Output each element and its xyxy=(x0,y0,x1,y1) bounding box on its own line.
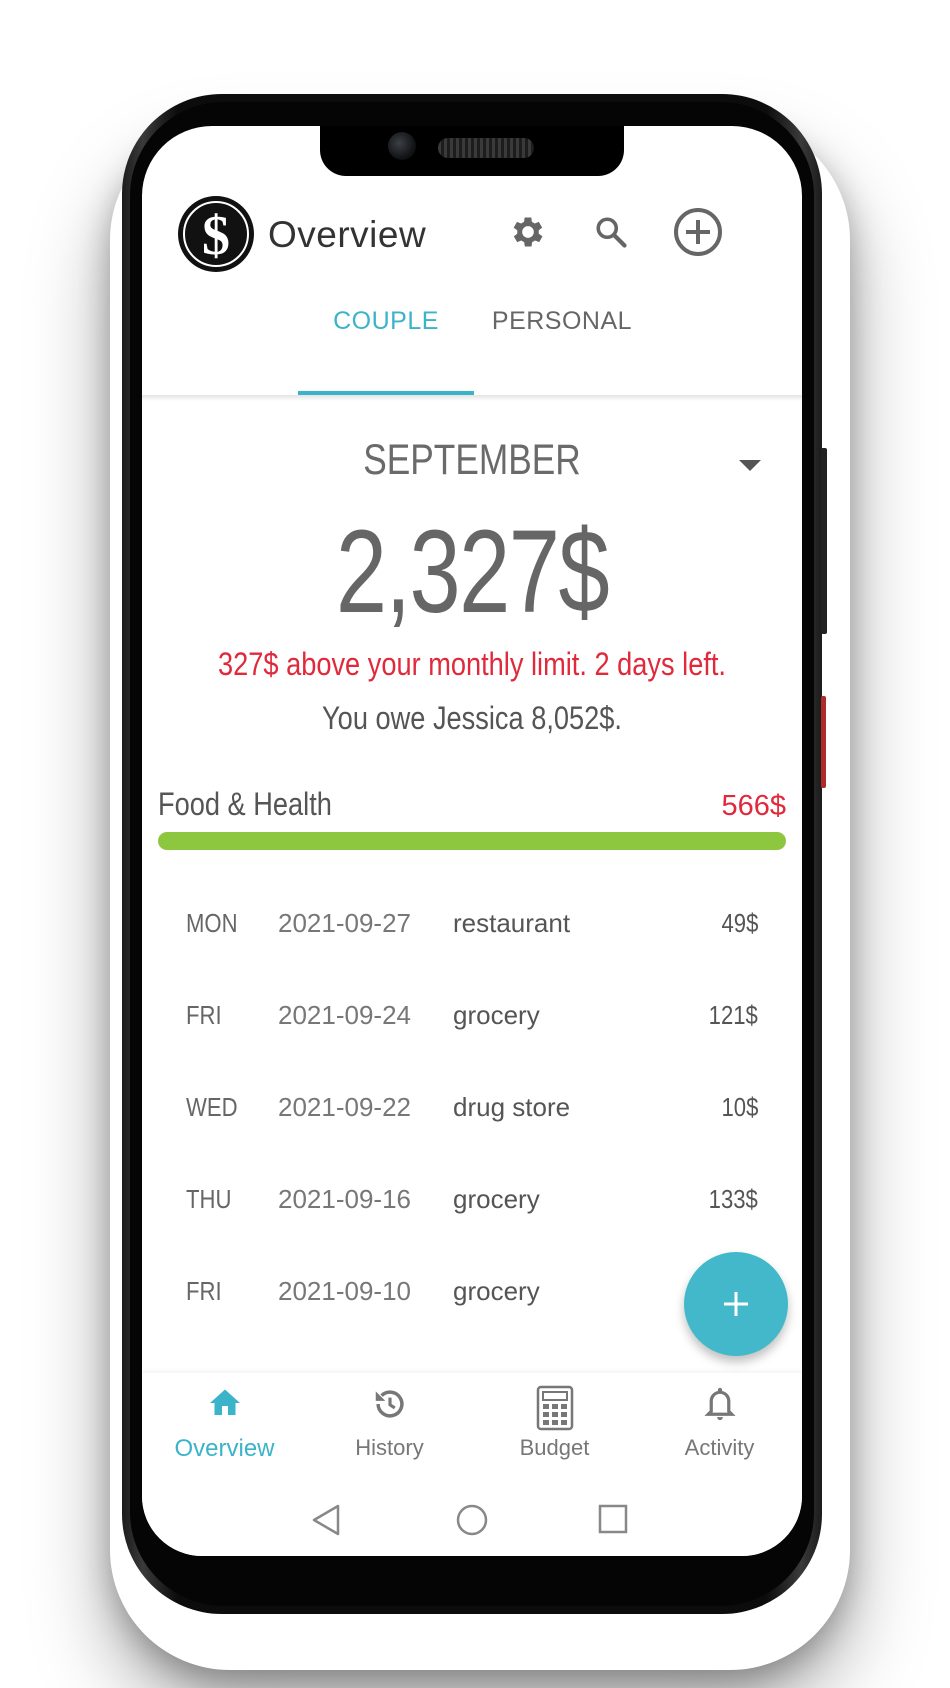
divider xyxy=(142,395,802,401)
table-row[interactable]: WED 2021-09-22 drug store 10$ xyxy=(142,1066,802,1158)
tx-day: FRI xyxy=(186,1000,222,1030)
notch xyxy=(320,126,624,176)
tx-description: drug store xyxy=(453,1092,571,1122)
tx-date: 2021-09-24 xyxy=(278,1000,411,1030)
svg-text:$: $ xyxy=(202,205,230,267)
add-expense-button[interactable] xyxy=(684,1252,788,1356)
history-icon xyxy=(307,1385,472,1423)
power-button xyxy=(821,448,827,634)
nav-label: History xyxy=(355,1435,424,1460)
tx-amount: 10$ xyxy=(721,1092,758,1122)
nav-activity[interactable]: Activity xyxy=(637,1373,802,1483)
phone-screen: $ Overview COUPLE PERSONAL SEPTEMBER 2,3… xyxy=(142,126,802,1556)
plus-icon xyxy=(724,1292,748,1316)
tx-day: THU xyxy=(186,1184,232,1214)
tx-date: 2021-09-27 xyxy=(278,908,411,938)
table-row[interactable]: FRI 2021-09-24 grocery 121$ xyxy=(142,974,802,1066)
tx-description: restaurant xyxy=(453,908,571,938)
tab-personal[interactable]: PERSONAL xyxy=(474,298,650,368)
bottom-nav: Overview History Budget Activity xyxy=(142,1373,802,1483)
limit-warning: 327$ above your monthly limit. 2 days le… xyxy=(217,646,726,682)
tx-description: grocery xyxy=(453,1000,540,1030)
system-navigation-bar xyxy=(142,1483,802,1556)
tx-description: grocery xyxy=(453,1184,540,1214)
add-circle-icon[interactable] xyxy=(672,206,724,258)
calculator-icon xyxy=(472,1385,637,1431)
month-selector[interactable]: SEPTEMBER xyxy=(226,436,718,485)
tx-day: WED xyxy=(186,1092,238,1122)
nav-history[interactable]: History xyxy=(307,1373,472,1483)
back-icon[interactable] xyxy=(310,1503,342,1537)
home-circle-icon[interactable] xyxy=(455,1503,489,1537)
nav-label: Activity xyxy=(684,1435,755,1460)
tx-amount: 49$ xyxy=(721,908,758,938)
category-progress-bar xyxy=(158,832,786,850)
tx-amount: 121$ xyxy=(708,1000,758,1030)
nav-label: Budget xyxy=(519,1435,590,1460)
table-row[interactable]: THU 2021-09-16 grocery 133$ xyxy=(142,1158,802,1250)
bell-icon xyxy=(637,1385,802,1423)
volume-button xyxy=(821,696,826,788)
tx-amount: 133$ xyxy=(708,1184,758,1214)
tx-date: 2021-09-10 xyxy=(278,1276,411,1306)
dollar-logo-icon: $ xyxy=(178,196,254,272)
tab-couple[interactable]: COUPLE xyxy=(298,298,474,368)
balance-text: You owe Jessica 8,052$. xyxy=(322,700,622,736)
gear-icon[interactable] xyxy=(502,206,554,258)
nav-overview[interactable]: Overview xyxy=(142,1373,307,1483)
chevron-down-icon[interactable] xyxy=(739,460,761,471)
tx-day: FRI xyxy=(186,1276,222,1306)
home-icon xyxy=(142,1385,307,1421)
category-amount: 566$ xyxy=(721,790,786,822)
tx-date: 2021-09-16 xyxy=(278,1184,411,1214)
nav-budget[interactable]: Budget xyxy=(472,1373,637,1483)
tab-bar: COUPLE PERSONAL xyxy=(142,298,802,368)
page-title: Overview xyxy=(268,214,427,255)
category-name: Food & Health xyxy=(158,786,332,822)
camera-icon xyxy=(388,132,416,160)
table-row[interactable]: MON 2021-09-27 restaurant 49$ xyxy=(142,882,802,974)
search-icon[interactable] xyxy=(585,206,637,258)
tx-description: grocery xyxy=(453,1276,540,1306)
monthly-total: 2,327$ xyxy=(335,506,610,638)
nav-label: Overview xyxy=(174,1435,275,1462)
tx-date: 2021-09-22 xyxy=(278,1092,411,1122)
speaker-grille xyxy=(438,138,534,158)
recents-icon[interactable] xyxy=(598,1504,628,1534)
tx-day: MON xyxy=(186,908,238,938)
